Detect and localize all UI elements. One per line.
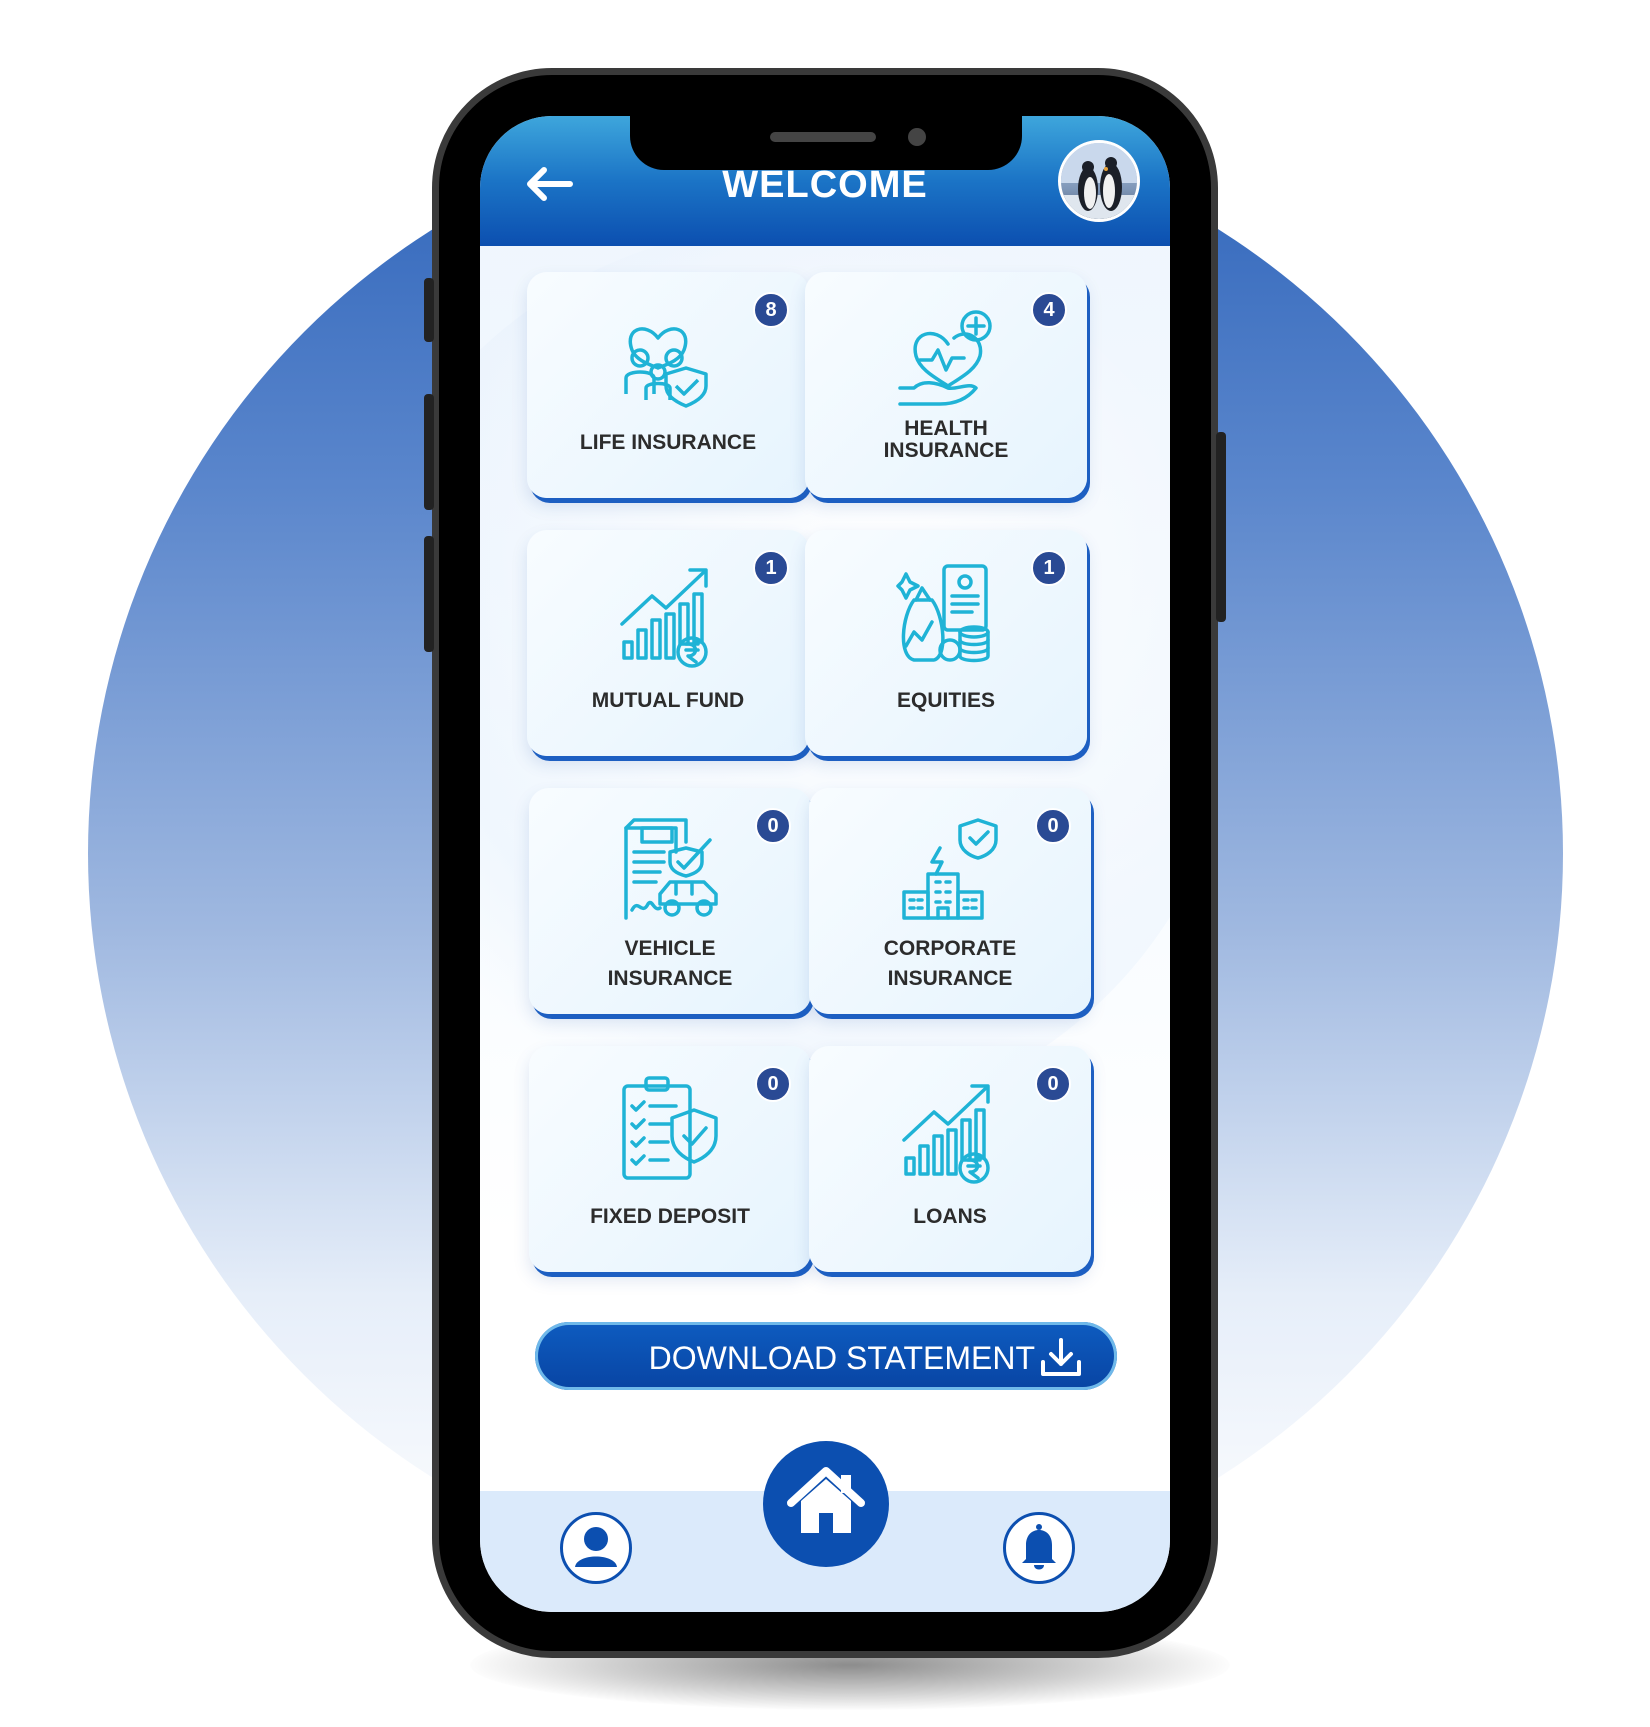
card-label: VEHICLE INSURANCE xyxy=(529,934,811,994)
profile-button[interactable] xyxy=(560,1512,632,1584)
power-button xyxy=(1216,432,1226,622)
card-label: HEALTH INSURANCE xyxy=(805,418,1087,462)
card-vehicle-insurance[interactable]: 0 VEHICLE INSURANCE xyxy=(529,788,811,1014)
heart-hand-icon xyxy=(898,310,992,406)
volume-up-button xyxy=(424,394,434,510)
label-line: VEHICLE xyxy=(624,937,716,960)
card-loans[interactable]: 0 LOANS xyxy=(809,1046,1091,1272)
label-line: LOANS xyxy=(913,1205,987,1228)
count-badge: 0 xyxy=(1035,1066,1071,1102)
notifications-button[interactable] xyxy=(1003,1512,1075,1584)
card-life-insurance[interactable]: 8 LIFE INSURANCE xyxy=(527,272,809,498)
home-icon xyxy=(787,1467,865,1533)
mute-switch xyxy=(424,278,434,342)
count-badge: 8 xyxy=(753,292,789,328)
phone-notch xyxy=(630,116,1022,170)
growth-rupee-icon xyxy=(620,568,708,668)
card-mutual-fund[interactable]: 1 MUTUAL FUND xyxy=(527,530,809,756)
label-line: INSURANCE xyxy=(887,967,1013,990)
label-line: HEALTH xyxy=(904,417,988,440)
count-badge: 1 xyxy=(753,550,789,586)
growth-rupee-icon xyxy=(902,1084,990,1184)
label-line: CORPORATE xyxy=(883,937,1017,960)
family-shield-icon xyxy=(624,327,708,408)
count-badge: 4 xyxy=(1031,292,1067,328)
label-line: LIFE INSURANCE xyxy=(579,431,757,454)
count-badge: 0 xyxy=(755,1066,791,1102)
card-label: FIXED DEPOSIT xyxy=(529,1206,811,1228)
profile-icon xyxy=(575,1527,617,1567)
label-line: INSURANCE xyxy=(883,439,1009,462)
count-badge: 0 xyxy=(1035,808,1071,844)
car-document-icon xyxy=(624,818,718,920)
label-line: INSURANCE xyxy=(607,967,733,990)
home-button[interactable] xyxy=(763,1441,889,1567)
card-health-insurance[interactable]: 4 HEALTH INSURANCE xyxy=(805,272,1087,498)
penguin-photo xyxy=(1061,143,1137,219)
building-shield-icon xyxy=(902,818,998,920)
checklist-shield-icon xyxy=(622,1076,718,1180)
front-camera xyxy=(908,128,926,146)
bell-icon xyxy=(1022,1524,1056,1570)
card-corporate-insurance[interactable]: 0 CORPORATE INSURANCE xyxy=(809,788,1091,1014)
speaker-grille xyxy=(770,132,876,142)
download-icon xyxy=(1041,1338,1081,1376)
card-equities[interactable]: 1 EQUITIES xyxy=(805,530,1087,756)
avatar[interactable] xyxy=(1058,140,1140,222)
label-line: EQUITIES xyxy=(896,689,996,712)
download-label: DOWNLOAD STATEMENT xyxy=(648,1340,1035,1376)
label-line: MUTUAL FUND xyxy=(591,689,745,712)
card-label: LOANS xyxy=(809,1206,1091,1228)
card-label: LIFE INSURANCE xyxy=(527,432,809,454)
download-statement-button[interactable]: DOWNLOAD STATEMENT xyxy=(535,1322,1117,1390)
card-label: CORPORATE INSURANCE xyxy=(809,934,1091,994)
card-label: EQUITIES xyxy=(805,690,1087,712)
count-badge: 1 xyxy=(1031,550,1067,586)
count-badge: 0 xyxy=(755,808,791,844)
volume-down-button xyxy=(424,536,434,652)
card-fixed-deposit[interactable]: 0 FIXED DEPOSIT xyxy=(529,1046,811,1272)
equities-icon xyxy=(896,564,990,663)
app-header: WELCOME xyxy=(480,116,1170,246)
app-screen: WELCOME 8 LIFE INSURANCE 4 HEALTH INSURA… xyxy=(480,116,1170,1612)
card-label: MUTUAL FUND xyxy=(527,690,809,712)
label-line: FIXED DEPOSIT xyxy=(590,1205,750,1228)
